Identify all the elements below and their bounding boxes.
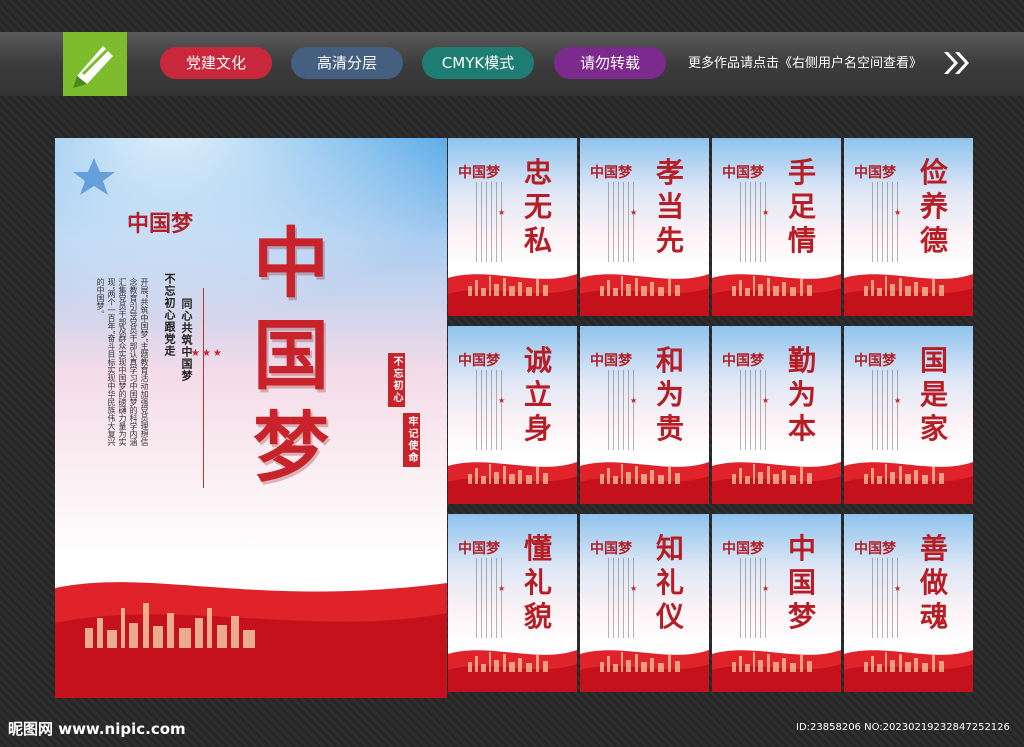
card-body-text-lines [608, 370, 634, 450]
card-title: 勤为本 [787, 344, 816, 445]
card-title: 知礼仪 [655, 532, 684, 633]
city-skyline-ribbon [580, 274, 709, 316]
star-icon [73, 158, 115, 195]
star-icon: ★ [630, 584, 638, 593]
card-title: 手足情 [787, 156, 816, 257]
city-skyline-ribbon [55, 582, 447, 698]
card-body-text-lines [608, 182, 634, 262]
card-title: 孝当先 [655, 156, 684, 257]
card-title: 和为贵 [655, 344, 684, 445]
seal-2: 牢记使命 [403, 413, 420, 467]
star-icon: ★ [498, 396, 506, 405]
stars-decoration: ★★★ [191, 348, 224, 359]
city-skyline-ribbon [448, 462, 577, 504]
china-dream-calligraphy-logo: 中国梦 [590, 541, 632, 557]
city-skyline-ribbon [712, 650, 841, 692]
card-body-text-lines [608, 558, 634, 638]
city-skyline-ribbon [844, 274, 973, 316]
card-body-text-lines [740, 370, 766, 450]
card-body-text-lines [476, 558, 502, 638]
star-icon: ★ [630, 208, 638, 217]
card-title: 俭养德 [919, 156, 948, 257]
tag-party-culture[interactable]: 党建文化 [160, 47, 272, 79]
card-title: 诚立身 [523, 344, 552, 445]
city-skyline-ribbon [448, 274, 577, 316]
image-id-text: ID:23858206 NO:20230219232847252126 [796, 722, 1010, 733]
slogan-2: 同心共筑中国梦 [180, 298, 193, 382]
double-arrow-icon[interactable] [944, 52, 970, 74]
china-dream-calligraphy-logo: 中国梦 [458, 541, 500, 557]
city-skyline-ribbon [844, 462, 973, 504]
city-skyline-ribbon [448, 650, 577, 692]
more-works-link[interactable]: 更多作品请点击《右侧用户名空间查看》 [688, 52, 922, 71]
china-dream-calligraphy-logo: 中国梦 [854, 541, 896, 557]
site-watermark[interactable]: 昵图网 www.nipic.com [8, 718, 186, 739]
china-dream-calligraphy-logo: 中国梦 [458, 353, 500, 369]
card-title: 国是家 [919, 344, 948, 445]
card-body-text-lines [740, 182, 766, 262]
virtue-card: 中国梦 ★ 孝当先 [580, 138, 709, 316]
virtue-card: 中国梦 ★ 国是家 [844, 326, 973, 504]
card-title: 中国梦 [787, 532, 816, 633]
virtue-card: 中国梦 ★ 和为贵 [580, 326, 709, 504]
star-icon: ★ [894, 208, 902, 217]
card-body-text-lines [476, 182, 502, 262]
body-text: 开展“共筑中国梦”主题教育活动加强党员理想信念教育引导党员干部认真学习中国梦的科… [96, 278, 149, 447]
china-dream-calligraphy-logo: 中国梦 [854, 165, 896, 181]
china-dream-calligraphy-logo: 中国梦 [458, 165, 500, 181]
main-poster: 中国梦 中国梦 ★★★ 不忘初心跟党走 同心共筑中国梦 开展“共筑中国梦”主题教… [55, 138, 447, 698]
main-title: 中国梦 [253, 219, 329, 492]
tag-no-repost[interactable]: 请勿转载 [554, 47, 666, 79]
star-icon: ★ [762, 396, 770, 405]
virtue-card: 中国梦 ★ 忠无私 [448, 138, 577, 316]
card-title: 忠无私 [523, 156, 552, 257]
star-icon: ★ [630, 396, 638, 405]
tag-hd-layers[interactable]: 高清分层 [291, 47, 403, 79]
china-dream-calligraphy-logo: 中国梦 [854, 353, 896, 369]
virtue-card: 中国梦 ★ 中国梦 [712, 514, 841, 692]
china-dream-calligraphy-logo: 中国梦 [590, 165, 632, 181]
card-body-text-lines [872, 182, 898, 262]
star-icon: ★ [498, 208, 506, 217]
china-dream-calligraphy-logo: 中国梦 [722, 165, 764, 181]
virtue-card: 中国梦 ★ 俭养德 [844, 138, 973, 316]
china-dream-calligraphy-logo: 中国梦 [590, 353, 632, 369]
card-body-text-lines [872, 558, 898, 638]
pen-logo-icon [73, 46, 113, 88]
star-icon: ★ [894, 396, 902, 405]
top-bar: 党建文化 高清分层 CMYK模式 请勿转载 更多作品请点击《右侧用户名空间查看》 [0, 0, 1024, 100]
card-body-text-lines [740, 558, 766, 638]
tag-cmyk-mode[interactable]: CMYK模式 [422, 47, 534, 79]
site-logo[interactable] [63, 32, 127, 96]
china-dream-calligraphy-logo: 中国梦 [722, 353, 764, 369]
virtue-card: 中国梦 ★ 善做魂 [844, 514, 973, 692]
virtue-card: 中国梦 ★ 勤为本 [712, 326, 841, 504]
city-skyline-ribbon [580, 462, 709, 504]
china-dream-calligraphy-logo: 中国梦 [127, 211, 194, 237]
china-dream-calligraphy-logo: 中国梦 [722, 541, 764, 557]
slogan-1: 不忘初心跟党走 [163, 273, 176, 357]
card-body-text-lines [872, 370, 898, 450]
city-skyline-ribbon [712, 462, 841, 504]
virtue-card: 中国梦 ★ 手足情 [712, 138, 841, 316]
star-icon: ★ [498, 584, 506, 593]
virtue-card: 中国梦 ★ 知礼仪 [580, 514, 709, 692]
virtue-card: 中国梦 ★ 诚立身 [448, 326, 577, 504]
card-title: 懂礼貌 [523, 532, 552, 633]
virtue-card: 中国梦 ★ 懂礼貌 [448, 514, 577, 692]
seal-1: 不忘初心 [388, 353, 405, 407]
card-body-text-lines [476, 370, 502, 450]
divider-line [203, 288, 204, 488]
star-icon: ★ [762, 584, 770, 593]
star-icon: ★ [894, 584, 902, 593]
star-icon: ★ [762, 208, 770, 217]
city-skyline-ribbon [580, 650, 709, 692]
card-title: 善做魂 [919, 532, 948, 633]
city-skyline-ribbon [712, 274, 841, 316]
city-skyline-ribbon [844, 650, 973, 692]
